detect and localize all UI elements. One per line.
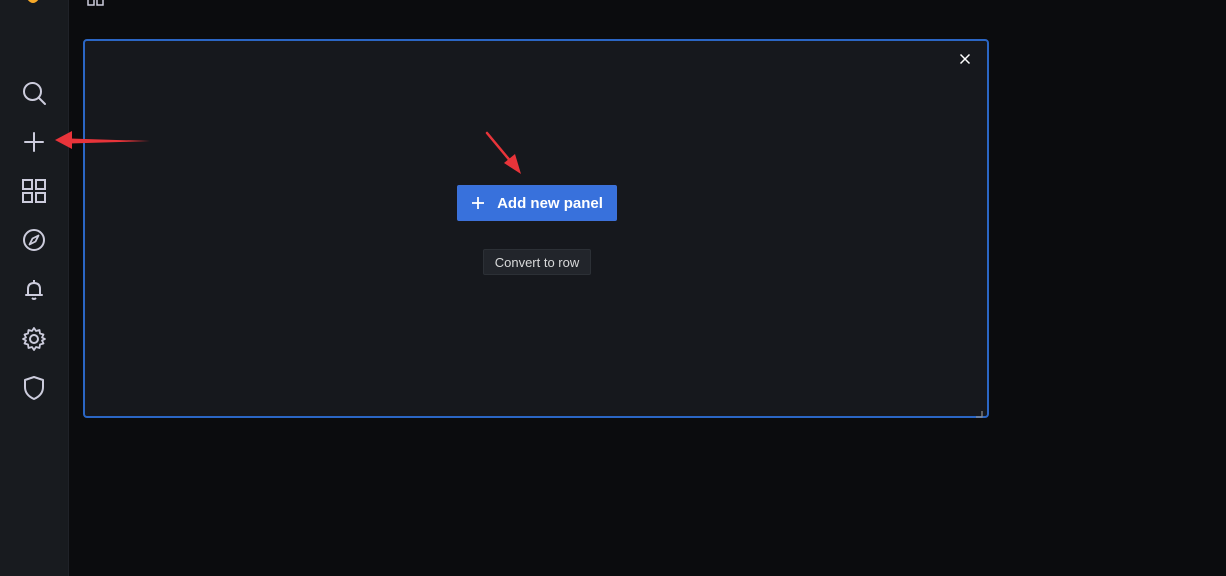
search-icon[interactable] [21,80,47,106]
shield-icon[interactable] [21,375,47,401]
dashboards-icon[interactable] [21,178,47,204]
alerting-icon[interactable] [21,277,47,303]
add-new-panel-button[interactable]: Add new panel [457,185,617,221]
new-panel-placeholder: Add new panel Convert to row [83,39,989,418]
add-new-panel-label: Add new panel [497,194,603,212]
convert-to-row-button[interactable]: Convert to row [483,249,591,275]
resize-handle[interactable] [976,405,983,418]
plus-icon [472,197,485,209]
dashboard-grid-icon[interactable] [87,0,105,6]
plus-icon[interactable] [21,129,47,155]
gear-icon[interactable] [21,326,47,352]
convert-to-row-label: Convert to row [494,254,580,270]
close-icon[interactable] [957,51,973,67]
grafana-logo-icon[interactable] [20,0,46,8]
explore-icon[interactable] [21,227,47,253]
sidebar [0,0,69,576]
